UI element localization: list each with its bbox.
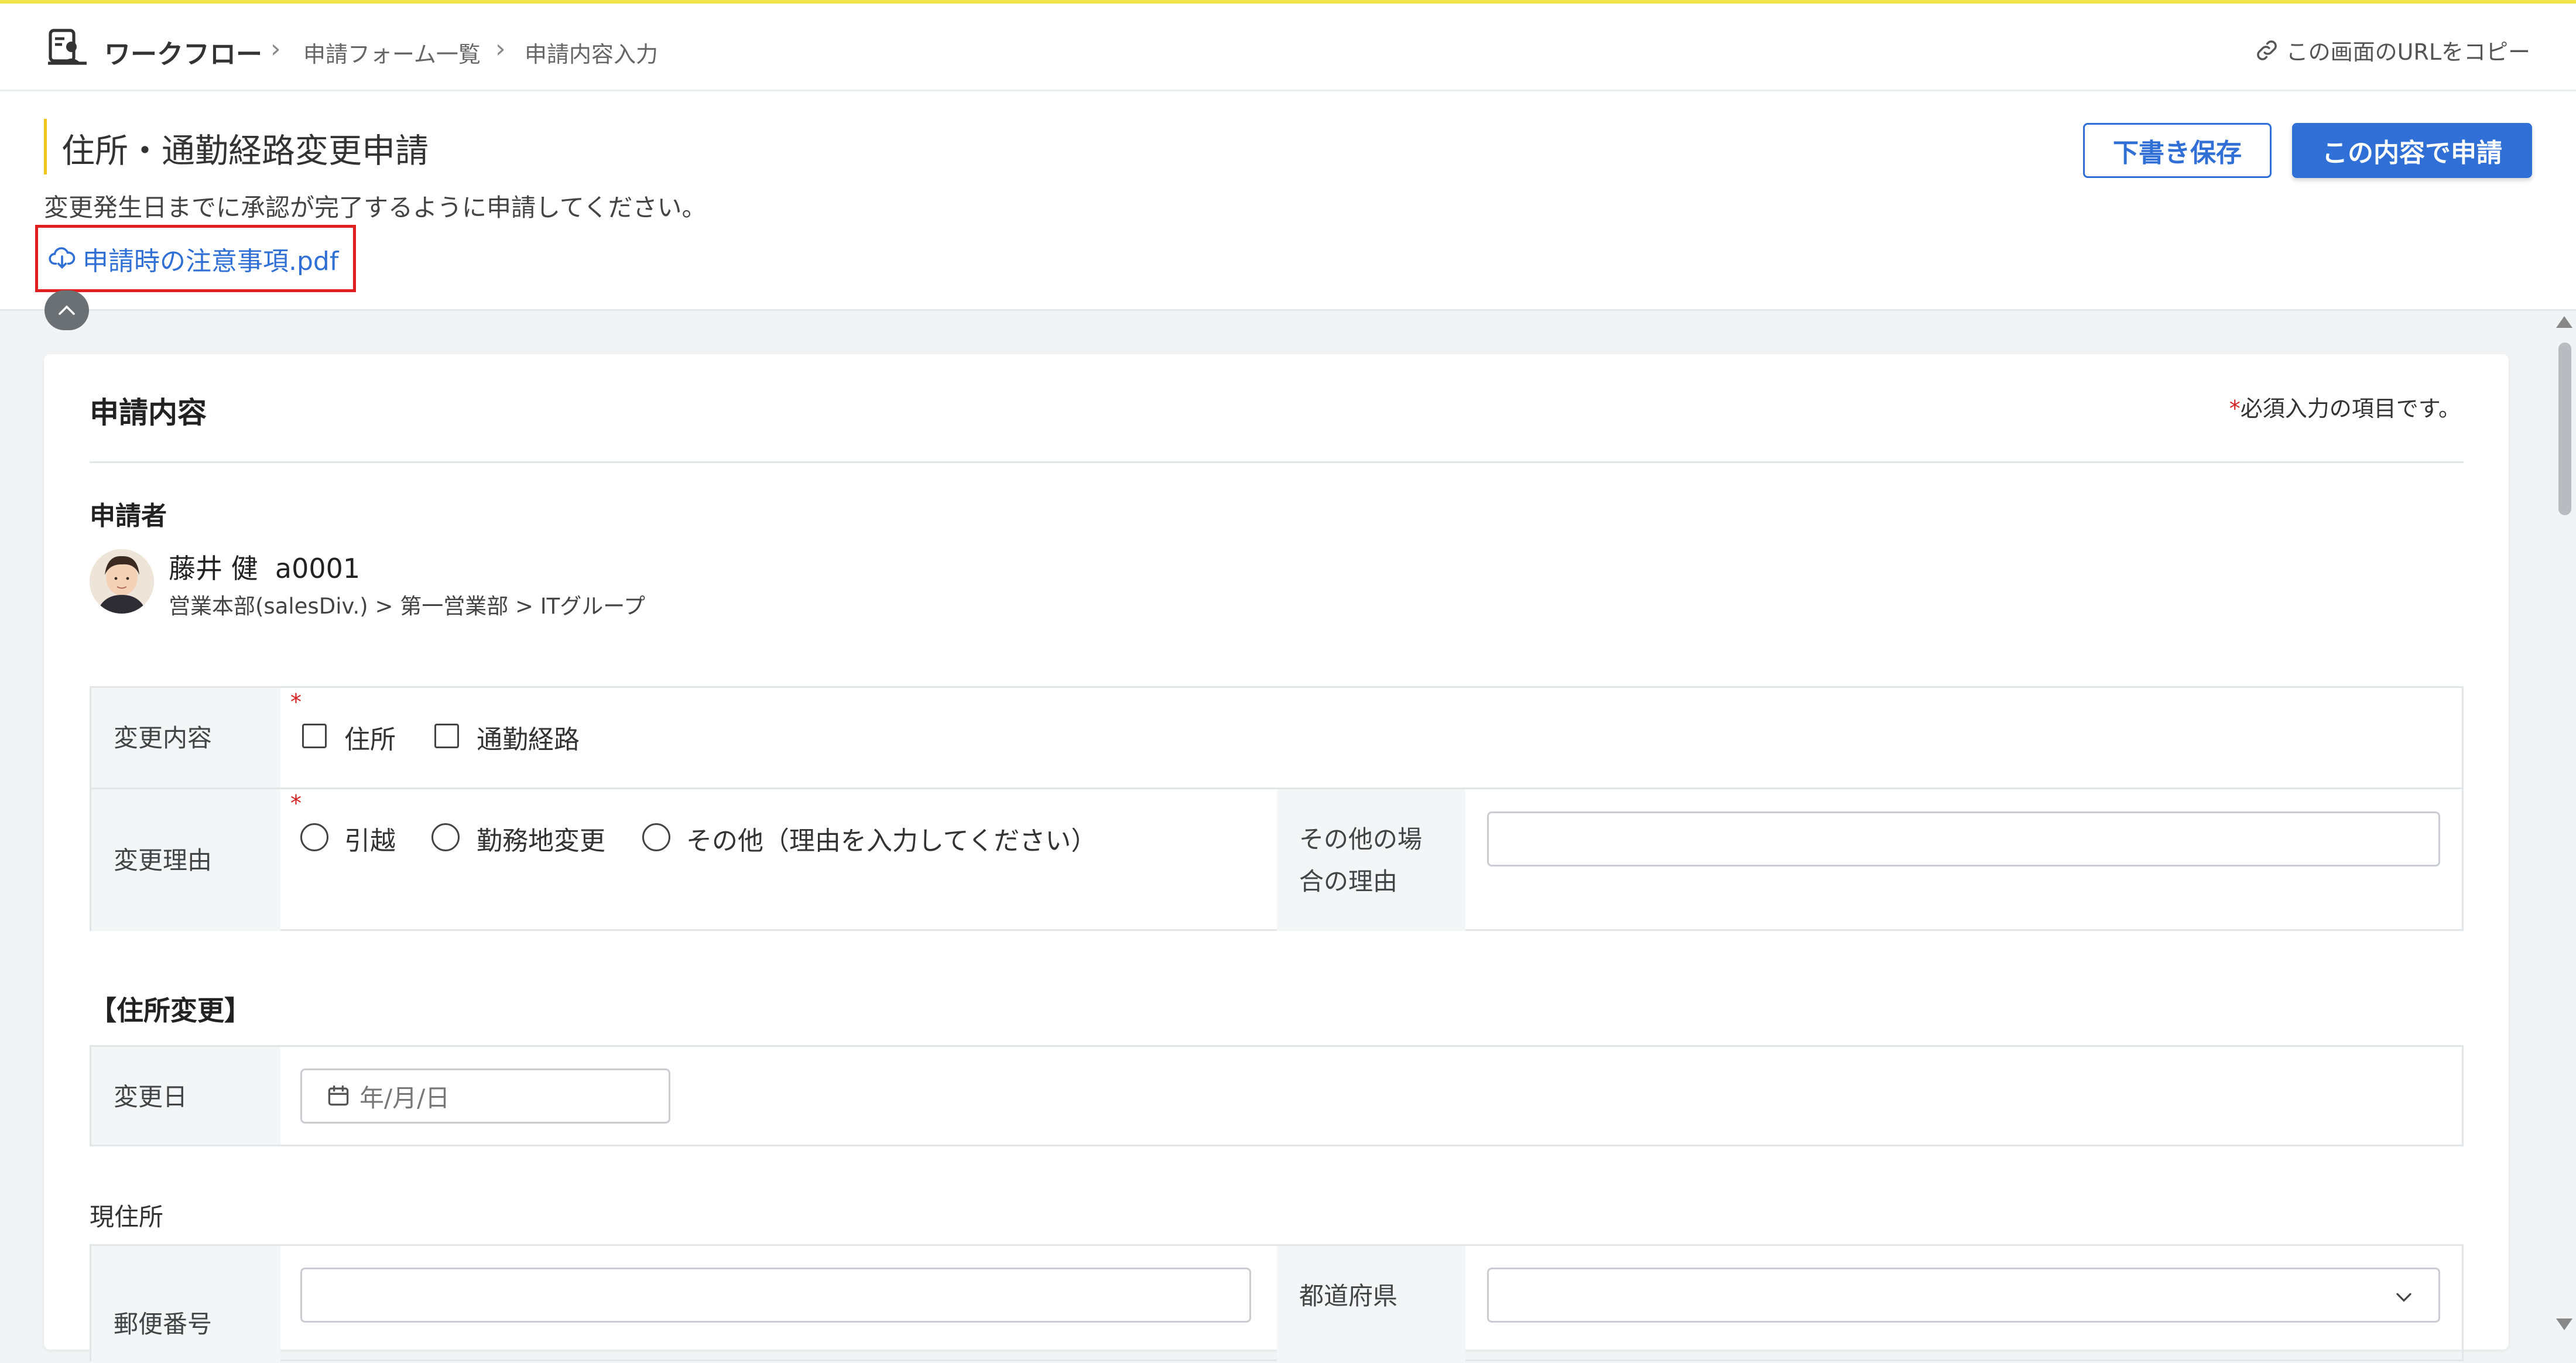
section-divider [90,461,2464,463]
title-accent-bar [44,119,47,174]
address-option-label[interactable]: 住所 [344,718,396,756]
change-reason-label: 変更理由 [91,789,280,931]
copy-url-label: この画面のURLをコピー [2286,39,2530,65]
other-reason-input[interactable] [1487,811,2440,867]
breadcrumb-form-list[interactable]: 申請フォーム一覧 [303,36,481,69]
required-asterisk: * [290,689,302,715]
submit-button[interactable]: この内容で申請 [2292,123,2532,178]
commute-route-checkbox[interactable] [434,724,459,748]
application-form-card: 申請内容 *必須入力の項目です。 申請者 藤井 健 a0001 営業本部(sal… [44,354,2509,1363]
attachment-pdf-link[interactable]: 申請時の注意事項.pdf [35,225,356,292]
app-header: ワークフロー › 申請フォーム一覧 › 申請内容入力 この画面のURLをコピー [0,4,2576,91]
address-change-title: 【住所変更】 [90,995,251,1026]
required-note: *必須入力の項目です。 [2229,391,2461,423]
avatar-photo [90,549,154,614]
copy-url-link[interactable]: この画面のURLをコピー [2253,34,2530,66]
change-date-label: 変更日 [91,1047,280,1145]
reason-other-label[interactable]: その他（理由を入力してください） [686,820,1097,857]
change-content-label: 変更内容 [91,688,280,787]
applicant-label: 申請者 [90,501,167,531]
other-reason-label-line1: その他の場 [1299,825,1423,854]
prefecture-select[interactable] [1487,1268,2440,1323]
applicant-name: 藤井 健 [169,553,258,584]
change-info-table: 変更内容 * 住所 通勤経路 変更理由 * 引越 勤務地変更 その他（理由を入力… [90,686,2464,931]
chevron-right-icon: › [270,34,281,64]
postal-code-input[interactable] [300,1268,1251,1323]
page-description: 変更発生日までに承認が完了するように申請してください。 [44,193,707,222]
other-reason-label: その他の場 合の理由 [1277,789,1465,931]
prefecture-label: 都道府県 [1277,1246,1465,1363]
current-address-table: 郵便番号 都道府県 [90,1244,2464,1363]
page-title: 住所・通勤経路変更申請 [61,132,429,170]
address-checkbox[interactable] [302,724,327,748]
applicant-id: a0001 [275,553,361,584]
attachment-filename: 申請時の注意事項.pdf [83,246,339,276]
reason-other-radio[interactable] [642,823,670,851]
section-title: 申請内容 [90,396,207,430]
current-address-label: 現住所 [90,1203,164,1231]
app-name[interactable]: ワークフロー [104,33,262,71]
reason-moving-radio[interactable] [300,823,328,851]
change-date-table: 変更日 年/月/日 [90,1045,2464,1146]
reason-moving-label[interactable]: 引越 [344,820,396,857]
change-reason-row: 変更理由 * 引越 勤務地変更 その他（理由を入力してください） その他の場 合… [91,789,2462,931]
scrollbar-thumb[interactable] [2558,343,2571,515]
commute-route-option-label[interactable]: 通勤経路 [477,718,580,756]
reason-workplace-radio[interactable] [431,823,460,851]
avatar [90,549,154,614]
chevron-up-icon [59,305,75,315]
other-reason-label-line2: 合の理由 [1299,867,1398,896]
page-title-bar: 住所・通勤経路変更申請 変更発生日までに承認が完了するように申請してください。 … [0,91,2576,311]
change-content-row: 変更内容 * 住所 通勤経路 [91,688,2462,787]
postal-code-label: 郵便番号 [91,1246,280,1363]
change-date-placeholder: 年/月/日 [359,1083,450,1112]
chevron-down-icon [2396,1293,2411,1302]
workflow-app-icon[interactable] [46,27,88,69]
breadcrumb-current: 申請内容入力 [525,42,659,67]
applicant-organization: 営業本部(salesDiv.) > 第一営業部 > ITグループ [169,594,646,619]
collapse-header-button[interactable] [44,290,89,330]
chevron-right-icon: › [495,34,506,64]
change-date-input[interactable]: 年/月/日 [300,1069,670,1124]
required-asterisk: * [290,790,302,816]
applicant-name-line: 藤井 健 a0001 [169,547,360,586]
link-icon [2256,40,2277,60]
calendar-icon [328,1085,349,1106]
required-asterisk: * [2229,396,2241,422]
save-draft-button[interactable]: 下書き保存 [2083,123,2272,178]
scroll-up-arrow-icon[interactable] [2556,316,2572,328]
scroll-down-arrow-icon[interactable] [2556,1319,2572,1330]
cloud-download-icon [49,246,76,269]
reason-workplace-label[interactable]: 勤務地変更 [477,820,605,857]
required-note-text: 必須入力の項目です。 [2240,396,2461,422]
